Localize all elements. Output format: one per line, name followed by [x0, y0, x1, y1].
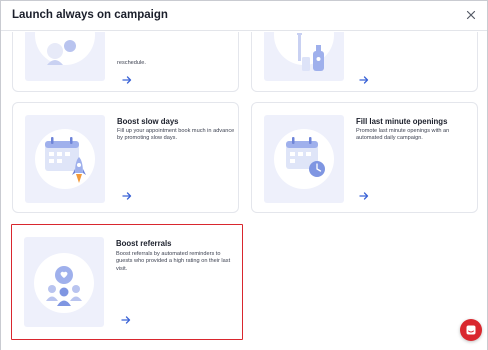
close-icon[interactable]: [464, 8, 478, 22]
campaign-dialog: Launch always on campaign reschedule. Bo…: [0, 0, 488, 350]
card-title: Fill last minute openings: [356, 117, 448, 126]
products-illustration: [264, 32, 344, 81]
card-description: Boost referrals by automated reminders t…: [116, 251, 231, 272]
arrow-right-icon[interactable]: [121, 315, 131, 325]
reminder-illustration: [25, 32, 105, 81]
campaign-list[interactable]: reschedule. Boost slow days Fill up your…: [1, 32, 487, 350]
arrow-right-icon[interactable]: [122, 75, 132, 85]
card-description: reschedule.: [117, 60, 146, 66]
card-description: Promote last minute openings with an aut…: [356, 128, 450, 142]
campaign-card-products[interactable]: [251, 32, 478, 92]
card-title: Boost slow days: [117, 117, 179, 126]
campaign-card-boost-referrals[interactable]: Boost referrals Boost referrals by autom…: [11, 224, 243, 340]
dialog-title: Launch always on campaign: [12, 9, 168, 21]
chat-support-button[interactable]: [460, 319, 482, 341]
arrow-right-icon[interactable]: [359, 191, 369, 201]
card-title: Boost referrals: [116, 239, 172, 248]
chat-icon: [466, 325, 476, 335]
people-heart-illustration: [24, 237, 104, 327]
calendar-clock-illustration: [264, 115, 344, 203]
card-description: Fill up your appointment book much in ad…: [117, 128, 235, 142]
campaign-card-reminder[interactable]: reschedule.: [12, 32, 239, 92]
campaign-card-fill-last-minute-openings[interactable]: Fill last minute openings Promote last m…: [251, 102, 478, 213]
calendar-rocket-illustration: [25, 115, 105, 203]
campaign-card-boost-slow-days[interactable]: Boost slow days Fill up your appointment…: [12, 102, 239, 213]
arrow-right-icon[interactable]: [359, 75, 369, 85]
arrow-right-icon[interactable]: [122, 191, 132, 201]
dialog-header: Launch always on campaign: [1, 1, 487, 31]
